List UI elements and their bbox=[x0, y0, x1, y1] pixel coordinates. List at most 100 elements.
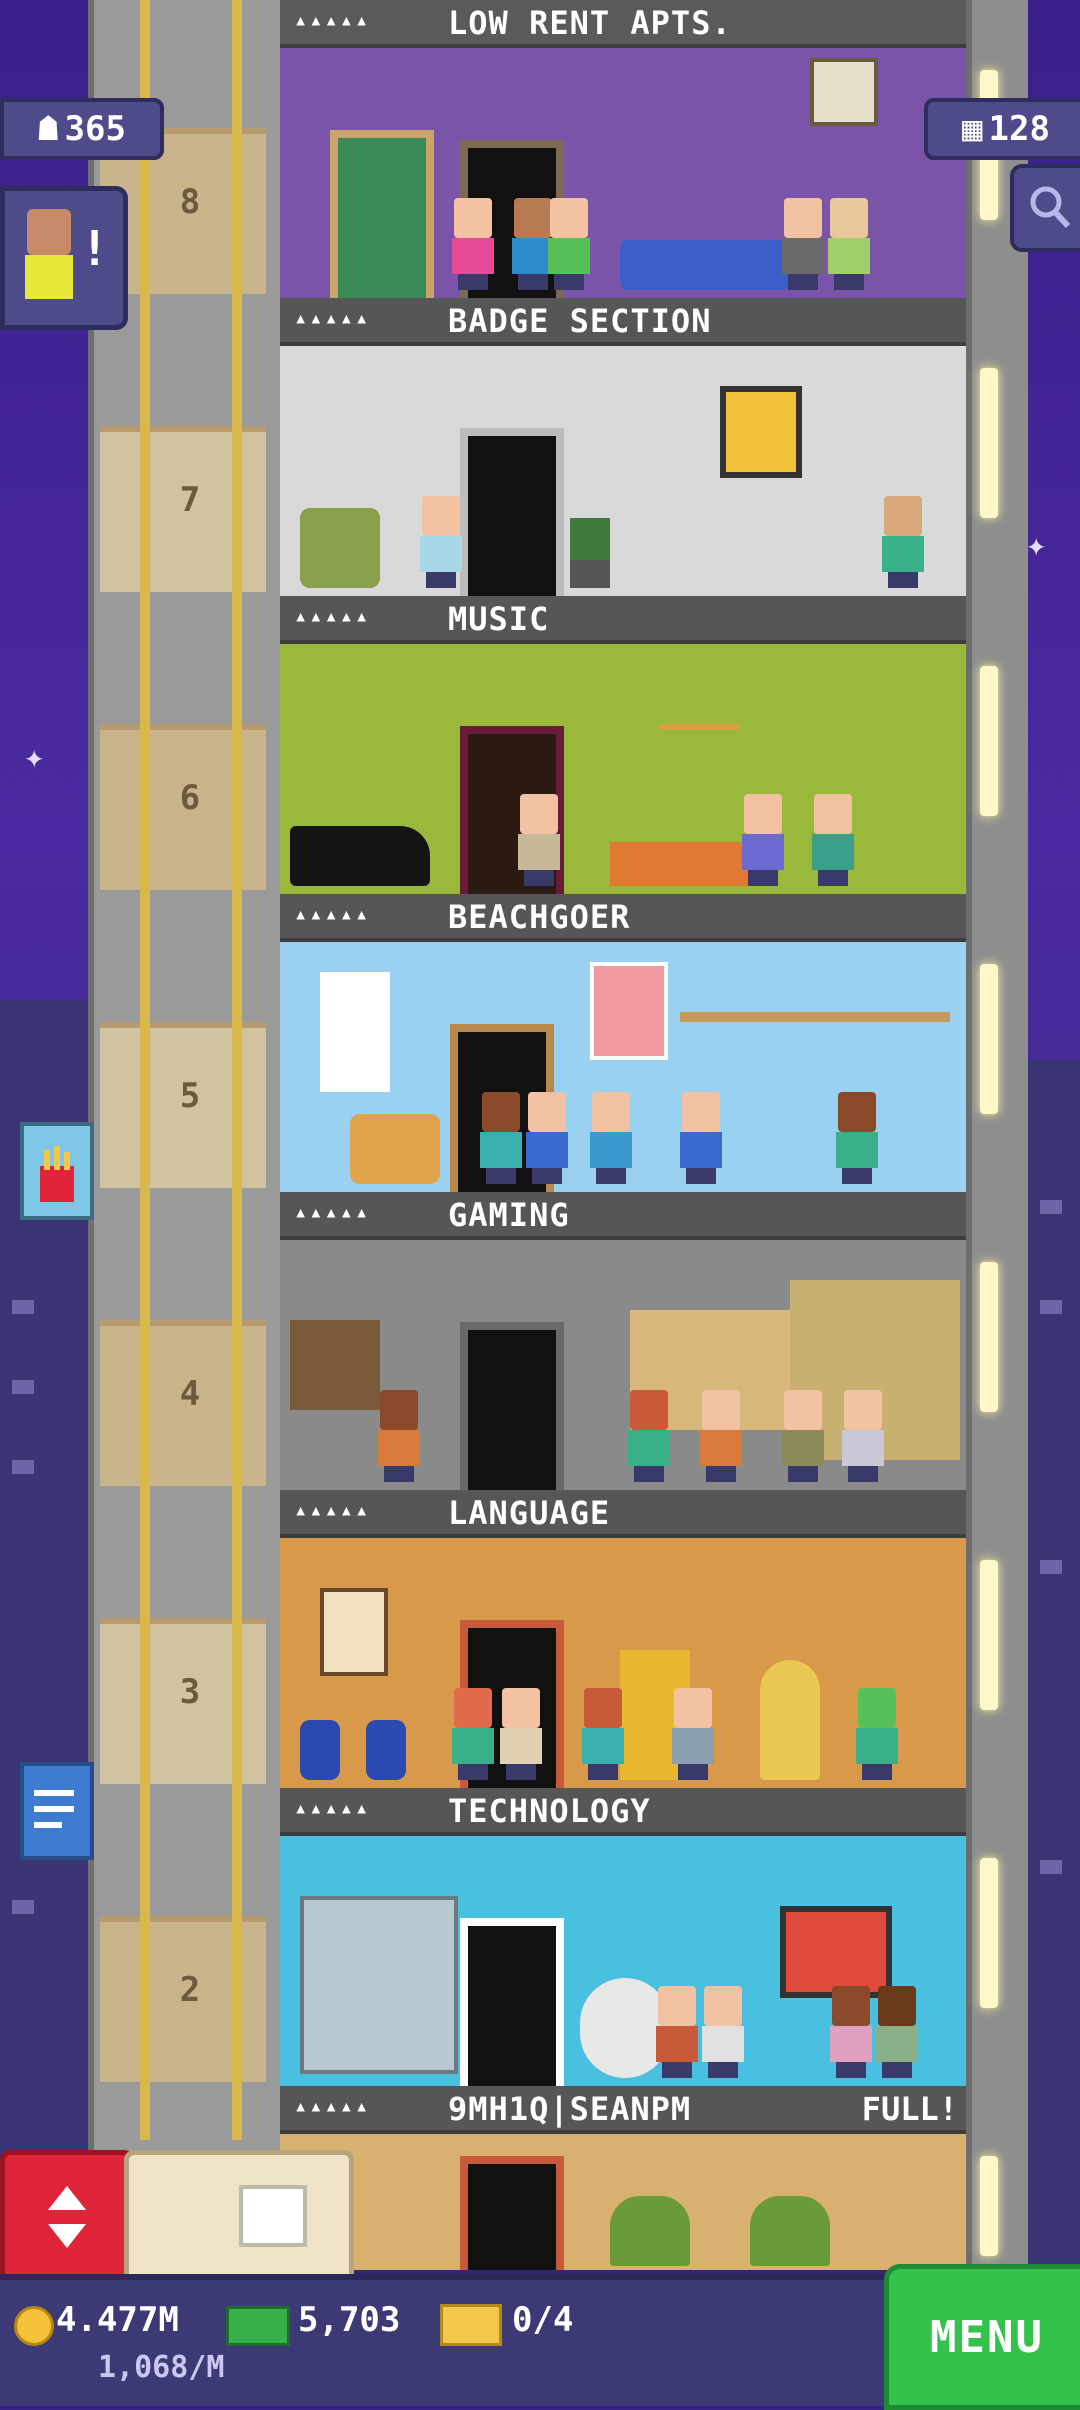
bitizen[interactable] bbox=[524, 1092, 570, 1184]
floor-header: ▴▴▴▴▴ LANGUAGE bbox=[280, 1490, 966, 1538]
coin-balance: 4.477M bbox=[56, 2300, 179, 2340]
elevator-door bbox=[460, 2156, 564, 2270]
bitizen[interactable] bbox=[450, 198, 496, 290]
population-value: 365 bbox=[64, 109, 126, 149]
background-window bbox=[12, 1460, 34, 1474]
vase bbox=[300, 1720, 340, 1780]
elevator-rail bbox=[232, 0, 242, 2140]
wall-light bbox=[980, 368, 998, 518]
bitizen[interactable] bbox=[700, 1986, 746, 2078]
coin-icon bbox=[14, 2306, 54, 2346]
vip-visitor-button[interactable]: ! bbox=[0, 186, 128, 330]
ticket-count: 0/4 bbox=[512, 2300, 574, 2340]
window-shutters bbox=[320, 972, 390, 1092]
bitizen[interactable] bbox=[874, 1986, 920, 2078]
bitizen[interactable] bbox=[740, 794, 786, 886]
floor-music[interactable]: ▴▴▴▴▴ MUSIC bbox=[280, 596, 966, 894]
elevator-button[interactable] bbox=[0, 2150, 134, 2284]
room-interior bbox=[280, 1836, 966, 2086]
floor-rating: ▴▴▴▴▴ bbox=[294, 1796, 371, 1821]
bitizen[interactable] bbox=[546, 198, 592, 290]
vip-avatar bbox=[21, 209, 77, 305]
bitizen[interactable] bbox=[780, 1390, 826, 1482]
armchair bbox=[350, 1114, 440, 1184]
bux-balance: 5,703 bbox=[298, 2300, 401, 2340]
bitizen[interactable] bbox=[678, 1092, 724, 1184]
bitizen[interactable] bbox=[840, 1390, 886, 1482]
ticket-icon bbox=[440, 2304, 502, 2346]
wall-light bbox=[980, 964, 998, 1114]
floor-number: 8 bbox=[179, 182, 201, 222]
floor-rating: ▴▴▴▴▴ bbox=[294, 1200, 371, 1225]
bitizen[interactable] bbox=[516, 794, 562, 886]
floor-title: 9MH1Q|SEANPM bbox=[448, 2090, 692, 2128]
elevator-door bbox=[460, 1322, 564, 1490]
bitizen[interactable] bbox=[880, 496, 926, 588]
search-button[interactable] bbox=[1010, 164, 1080, 252]
bitizen[interactable] bbox=[698, 1390, 744, 1482]
bux-icon bbox=[226, 2306, 290, 2346]
floor-number: 4 bbox=[179, 1374, 201, 1414]
floor-technology[interactable]: ▴▴▴▴▴ TECHNOLOGY bbox=[280, 1788, 966, 2086]
floor-language[interactable]: ▴▴▴▴▴ LANGUAGE bbox=[280, 1490, 966, 1788]
floor-rating: ▴▴▴▴▴ bbox=[294, 902, 371, 927]
bitizen[interactable] bbox=[780, 198, 826, 290]
floor-gaming[interactable]: ▴▴▴▴▴ GAMING bbox=[280, 1192, 966, 1490]
bitizen[interactable] bbox=[854, 1688, 900, 1780]
bitizen[interactable] bbox=[588, 1092, 634, 1184]
bitizen[interactable] bbox=[376, 1390, 422, 1482]
background-window bbox=[12, 1380, 34, 1394]
floor-title: BADGE SECTION bbox=[448, 302, 712, 340]
floor-count-value: 128 bbox=[988, 109, 1050, 149]
document-button[interactable] bbox=[20, 1762, 94, 1860]
floor-rating: ▴▴▴▴▴ bbox=[294, 1498, 371, 1523]
floor-title: BEACHGOER bbox=[448, 898, 631, 936]
golden-mirror bbox=[760, 1660, 820, 1780]
bitizen[interactable] bbox=[654, 1986, 700, 2078]
floor-title: MUSIC bbox=[448, 600, 550, 638]
dirt-block bbox=[290, 1320, 380, 1410]
background-window bbox=[1040, 1560, 1062, 1574]
floor-title: LOW RENT APTS. bbox=[448, 4, 732, 42]
bitizen[interactable] bbox=[478, 1092, 524, 1184]
room-interior bbox=[280, 48, 966, 298]
bitizen[interactable] bbox=[580, 1688, 626, 1780]
build-floor-button[interactable] bbox=[124, 2150, 354, 2284]
bitizen[interactable] bbox=[826, 198, 872, 290]
background-window bbox=[12, 1300, 34, 1314]
bitizen[interactable] bbox=[834, 1092, 880, 1184]
floor-low-rent-apts[interactable]: ▴▴▴▴▴ LOW RENT APTS. bbox=[280, 0, 966, 298]
bitizen[interactable] bbox=[418, 496, 464, 588]
menu-button[interactable]: MENU bbox=[884, 2264, 1080, 2410]
armchair bbox=[300, 508, 380, 588]
income-rate: 1,068/M bbox=[98, 2350, 225, 2385]
floor-header: ▴▴▴▴▴ GAMING bbox=[280, 1192, 966, 1240]
wall-light bbox=[980, 1560, 998, 1710]
bitizen[interactable] bbox=[828, 1986, 874, 2078]
population-counter[interactable]: ☗ 365 bbox=[0, 98, 164, 160]
room-interior bbox=[280, 346, 966, 596]
wall-painting bbox=[720, 386, 802, 478]
wall-painting bbox=[320, 1588, 388, 1676]
wall-light bbox=[980, 2156, 998, 2256]
bitizen[interactable] bbox=[450, 1688, 496, 1780]
bitizen[interactable] bbox=[810, 794, 856, 886]
bitizen[interactable] bbox=[498, 1688, 544, 1780]
background-window bbox=[1040, 1200, 1062, 1214]
room-door bbox=[330, 130, 434, 298]
floor-title: TECHNOLOGY bbox=[448, 1792, 651, 1830]
floor-beachgoer[interactable]: ▴▴▴▴▴ BEACHGOER bbox=[280, 894, 966, 1192]
floor-full-status: FULL! bbox=[861, 2090, 958, 2128]
bitizen[interactable] bbox=[626, 1390, 672, 1482]
floor-number: 6 bbox=[179, 778, 201, 818]
floor-lobby[interactable]: ▴▴▴▴▴ 9MH1Q|SEANPM FULL! bbox=[280, 2086, 966, 2270]
floor-rating: ▴▴▴▴▴ bbox=[294, 604, 371, 629]
sky-star: ✦ bbox=[24, 737, 45, 777]
floor-badge-section[interactable]: ▴▴▴▴▴ BADGE SECTION bbox=[280, 298, 966, 596]
bitizen[interactable] bbox=[670, 1688, 716, 1780]
floor-counter[interactable]: ▦ 128 bbox=[924, 98, 1080, 160]
fries-event-button[interactable] bbox=[20, 1122, 94, 1220]
floor-header: ▴▴▴▴▴ LOW RENT APTS. bbox=[280, 0, 966, 48]
room-interior bbox=[280, 644, 966, 894]
sky-star: ✦ bbox=[1026, 525, 1047, 565]
